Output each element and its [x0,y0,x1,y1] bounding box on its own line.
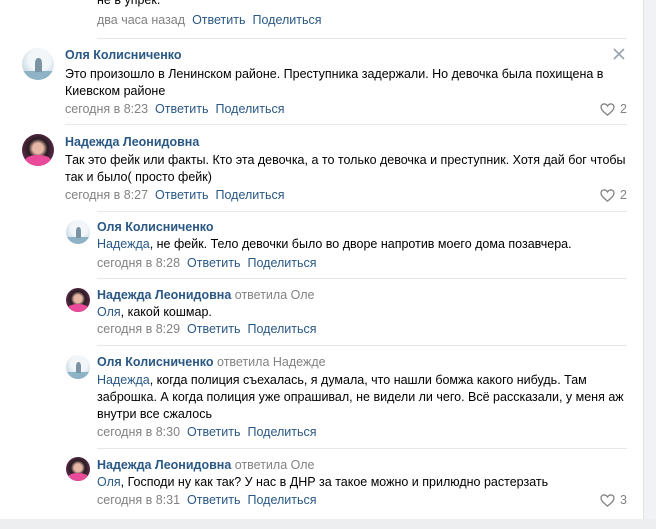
avatar[interactable] [66,220,90,244]
heart-icon [600,188,615,202]
page-bottom-edge [0,519,656,529]
comment-meta: сегодня в 8:31 Ответить Поделиться [97,493,317,507]
comment-meta: два часа назад Ответить Поделиться [97,13,322,27]
separator [97,38,627,39]
reply-link[interactable]: Ответить [187,322,240,336]
like-button[interactable]: 2 [600,102,627,116]
comment-text: не в упрек. [97,0,161,7]
like-button[interactable]: 2 [600,188,627,202]
heart-icon [600,493,615,507]
separator [97,448,627,449]
comment-text: Это произошло в Ленинском районе. Престу… [65,67,604,98]
comment-author[interactable]: Оля Колисниченко [97,220,214,234]
share-link[interactable]: Поделиться [247,256,316,270]
comment-time[interactable]: сегодня в 8:23 [65,102,148,116]
comment-time[interactable]: сегодня в 8:28 [97,256,180,270]
separator [97,211,627,212]
comment-time[interactable]: сегодня в 8:31 [97,493,180,507]
comment-time[interactable]: сегодня в 8:30 [97,425,180,439]
like-button[interactable]: 3 [600,493,627,507]
comment-meta: сегодня в 8:27 Ответить Поделиться [65,188,285,202]
comment-time[interactable]: сегодня в 8:27 [65,188,148,202]
reply-link[interactable]: Ответить [187,425,240,439]
comment-author: Надежда Леонидовна ответила Оле [97,458,315,472]
reply-link[interactable]: Ответить [155,188,208,202]
share-link[interactable]: Поделиться [215,188,284,202]
share-link[interactable]: Поделиться [215,102,284,116]
comment-text: Оля, какой кошмар. [97,305,212,319]
comment-author[interactable]: Оля Колисниченко [65,48,182,62]
separator [97,345,627,346]
like-count: 3 [620,493,627,507]
share-link[interactable]: Поделиться [247,425,316,439]
reply-addressee[interactable]: Оля [97,305,121,319]
replied-to[interactable]: ответила Оле [235,288,315,302]
comment-meta: сегодня в 8:29 Ответить Поделиться [97,322,317,336]
reply-addressee[interactable]: Оля [97,475,121,489]
like-count: 2 [620,188,627,202]
comment-text: Надежда, когда полиция съехалась, я дума… [97,373,624,421]
reply-link[interactable]: Ответить [192,13,245,27]
comment-text: Надежда, не фейк. Тело девочки было во д… [97,237,572,251]
replied-to[interactable]: ответила Оле [235,458,315,472]
reply-link[interactable]: Ответить [187,493,240,507]
avatar[interactable] [22,48,54,80]
replied-to[interactable]: ответила Надежде [217,355,326,369]
comment-time[interactable]: сегодня в 8:29 [97,322,180,336]
avatar[interactable] [66,355,90,379]
heart-icon [600,102,615,116]
separator [97,278,627,279]
comment-author: Надежда Леонидовна ответила Оле [97,288,315,302]
comment-meta: сегодня в 8:30 Ответить Поделиться [97,425,317,439]
reply-addressee[interactable]: Надежда [97,237,150,251]
avatar[interactable] [66,288,90,312]
share-link[interactable]: Поделиться [253,13,322,27]
scrollbar-track[interactable] [643,0,656,529]
comment-text: Оля, Господи ну как так? У нас в ДНР за … [97,475,549,489]
reply-link[interactable]: Ответить [187,256,240,270]
share-link[interactable]: Поделиться [247,493,316,507]
separator [65,124,627,125]
reply-addressee[interactable]: Надежда [97,373,150,387]
comment-author[interactable]: Надежда Леонидовна [65,135,199,149]
comment-meta: сегодня в 8:28 Ответить Поделиться [97,256,317,270]
share-link[interactable]: Поделиться [247,322,316,336]
comment-meta: сегодня в 8:23 Ответить Поделиться [65,102,285,116]
like-count: 2 [620,102,627,116]
comment-author: Оля Колисниченко ответила Надежде [97,355,326,369]
avatar[interactable] [66,457,90,481]
comment-text: Так это фейк или факты. Кто эта девочка,… [65,153,626,184]
comment-time[interactable]: два часа назад [97,13,185,27]
reply-link[interactable]: Ответить [155,102,208,116]
close-icon[interactable] [613,48,625,60]
avatar[interactable] [22,134,54,166]
